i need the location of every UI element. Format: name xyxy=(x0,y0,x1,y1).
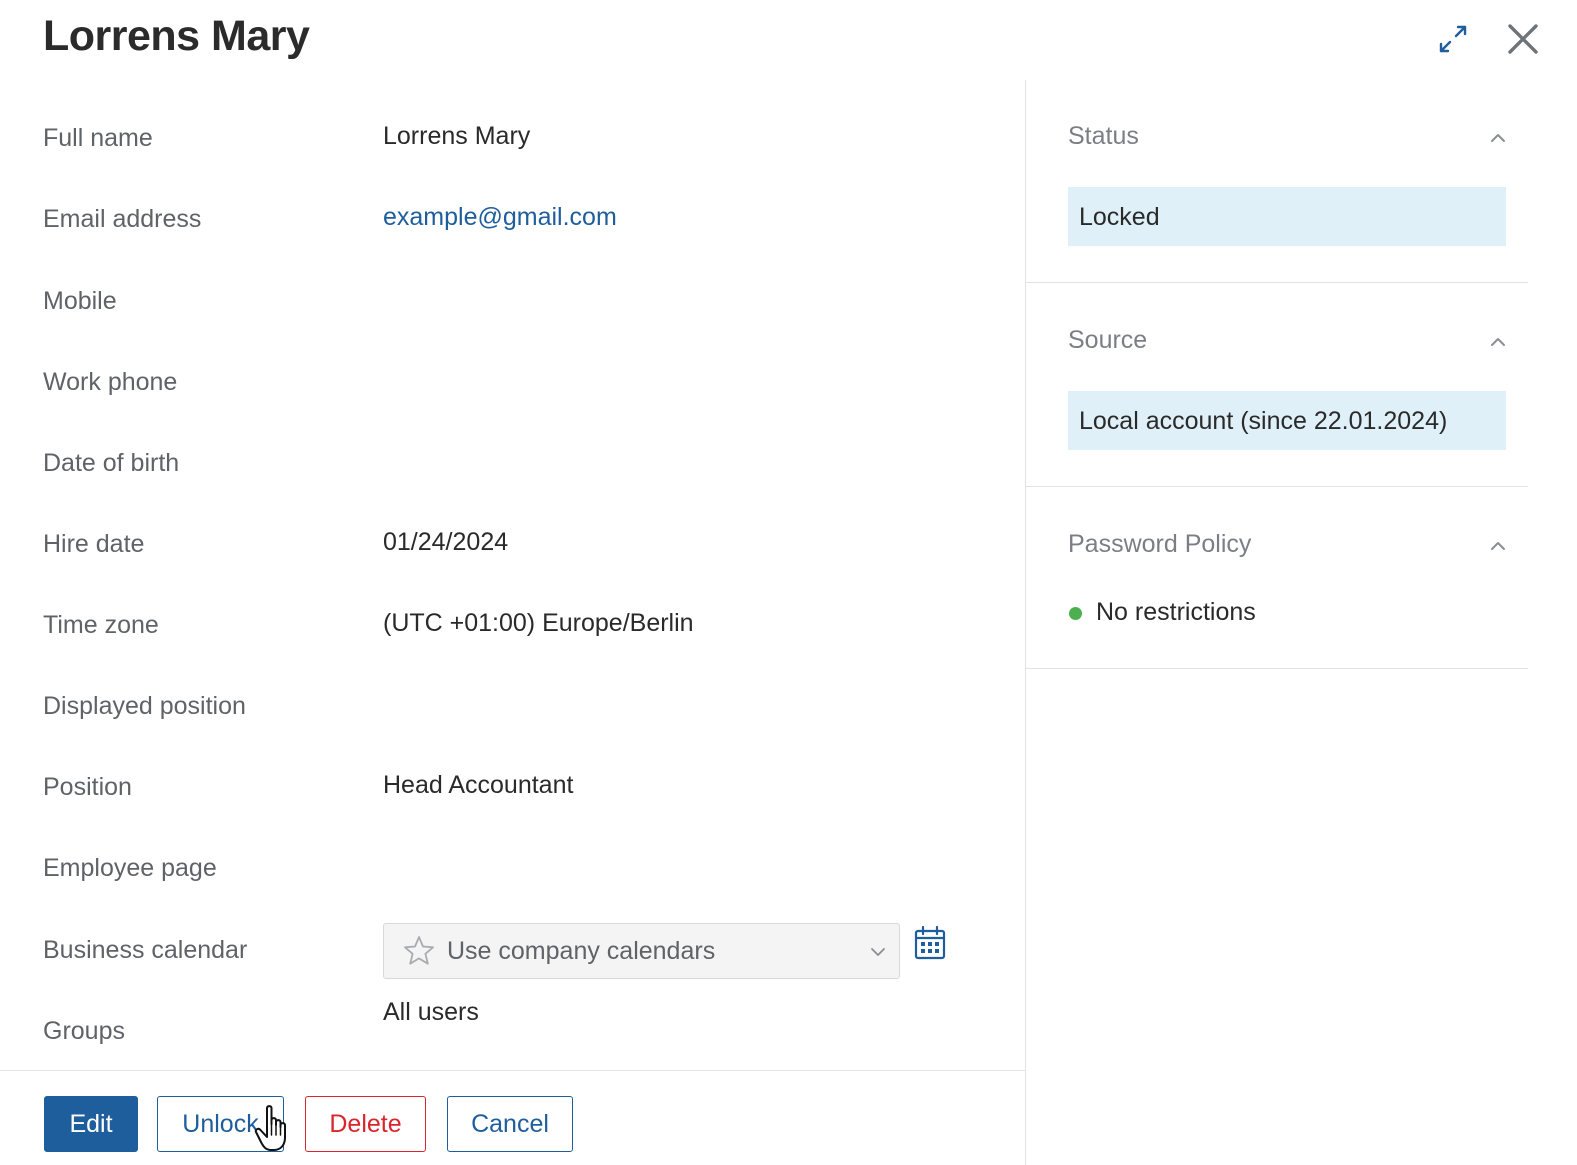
field-time-zone: Time zone (UTC +01:00) Europe/Berlin xyxy=(43,609,1003,661)
full-name-label: Full name xyxy=(43,124,153,152)
date-of-birth-label: Date of birth xyxy=(43,449,180,477)
password-policy-section: Password Policy No restrictions xyxy=(1026,488,1528,669)
field-business-calendar: Business calendar Use company calendars xyxy=(43,923,1003,986)
chevron-up-icon[interactable] xyxy=(1488,128,1508,148)
source-title: Source xyxy=(1068,326,1148,354)
page-title: Lorrens Mary xyxy=(43,12,310,60)
password-policy-value: No restrictions xyxy=(1096,598,1256,626)
status-section: Status Locked xyxy=(1026,80,1528,283)
main-panel: Full name Lorrens Mary Email address exa… xyxy=(0,80,1025,1070)
field-employee-page: Employee page xyxy=(43,854,1003,904)
email-link[interactable]: example@gmail.com xyxy=(383,203,617,232)
time-zone-label: Time zone xyxy=(43,611,159,639)
hire-date-label: Hire date xyxy=(43,530,145,558)
source-section: Source Local account (since 22.01.2024) xyxy=(1026,284,1528,487)
field-date-of-birth: Date of birth xyxy=(43,449,1003,499)
chevron-up-icon[interactable] xyxy=(1488,536,1508,556)
field-work-phone: Work phone xyxy=(43,368,1003,418)
displayed-position-label: Displayed position xyxy=(43,692,246,720)
status-value: Locked xyxy=(1068,187,1506,246)
business-calendar-value: Use company calendars xyxy=(447,937,716,965)
position-value: Head Accountant xyxy=(383,771,574,799)
work-phone-label: Work phone xyxy=(43,368,178,396)
business-calendar-select[interactable]: Use company calendars xyxy=(383,923,900,979)
field-full-name: Full name Lorrens Mary xyxy=(43,122,1003,174)
employee-page-label: Employee page xyxy=(43,854,217,882)
field-position: Position Head Accountant xyxy=(43,771,1003,823)
hire-date-value: 01/24/2024 xyxy=(383,528,509,556)
field-groups: Groups All users xyxy=(43,998,1003,1067)
cancel-button[interactable]: Cancel xyxy=(447,1096,573,1152)
chevron-up-icon[interactable] xyxy=(1488,332,1508,352)
chevron-down-icon xyxy=(871,948,885,956)
email-label: Email address xyxy=(43,205,202,233)
field-displayed-position: Displayed position xyxy=(43,692,1003,742)
edit-button[interactable]: Edit xyxy=(44,1096,138,1152)
position-label: Position xyxy=(43,773,132,801)
full-name-value: Lorrens Mary xyxy=(383,122,531,150)
star-icon xyxy=(404,936,434,965)
source-value: Local account (since 22.01.2024) xyxy=(1068,391,1506,450)
field-mobile: Mobile xyxy=(43,287,1003,337)
expand-icon[interactable] xyxy=(1436,22,1470,56)
delete-button[interactable]: Delete xyxy=(305,1096,426,1152)
user-profile-dialog: Lorrens Mary Full name Lorrens Mary Emai… xyxy=(0,0,1577,1165)
password-policy-title: Password Policy xyxy=(1068,530,1252,558)
business-calendar-label: Business calendar xyxy=(43,936,248,964)
mobile-label: Mobile xyxy=(43,287,117,315)
time-zone-value: (UTC +01:00) Europe/Berlin xyxy=(383,609,694,637)
groups-value: All users xyxy=(383,998,479,1026)
field-email: Email address example@gmail.com xyxy=(43,203,1003,255)
close-icon[interactable] xyxy=(1504,20,1542,58)
field-hire-date: Hire date 01/24/2024 xyxy=(43,528,1003,580)
calendar-icon[interactable] xyxy=(913,925,947,961)
footer-divider xyxy=(0,1070,1025,1071)
status-title: Status xyxy=(1068,122,1139,150)
status-dot-icon xyxy=(1069,607,1082,620)
groups-label: Groups xyxy=(43,1017,125,1045)
unlock-button[interactable]: Unlock xyxy=(157,1096,284,1152)
